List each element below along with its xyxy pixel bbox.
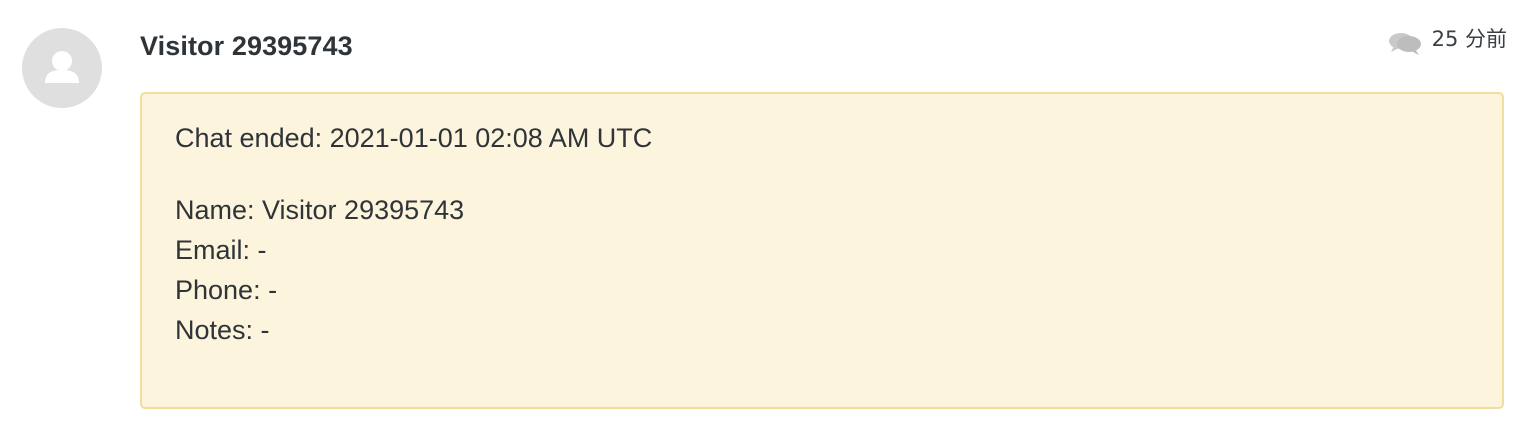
message-author: Visitor 29395743 — [140, 31, 353, 61]
avatar — [22, 28, 102, 108]
visitor-email-text: Email: - — [175, 235, 267, 265]
chat-summary-note: Chat ended: 2021-01-01 02:08 AM UTC Name… — [140, 92, 1504, 409]
visitor-notes-text: Notes: - — [175, 315, 270, 345]
visitor-name-text: Name: Visitor 29395743 — [175, 195, 465, 225]
chat-ended-text: Chat ended: 2021-01-01 02:08 AM UTC — [175, 123, 653, 153]
visitor-phone-text: Phone: - — [175, 275, 278, 305]
chat-bubbles-icon — [1388, 33, 1421, 55]
user-silhouette-icon — [45, 51, 79, 83]
message-timestamp: 25 分前 — [1431, 27, 1507, 51]
message-meta: 25 分前 — [1388, 22, 1507, 56]
